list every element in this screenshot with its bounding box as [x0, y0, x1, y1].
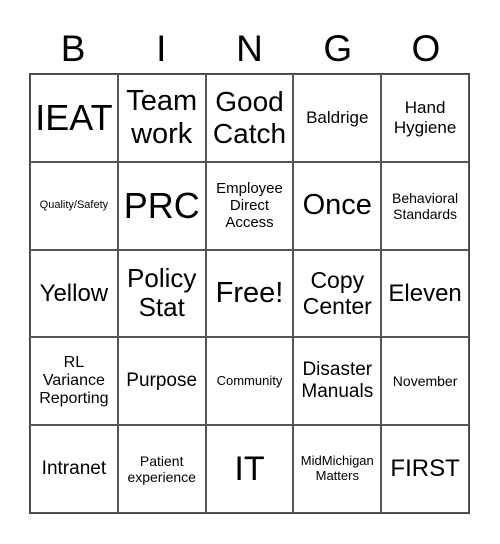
bingo-cell[interactable]: Baldrige [293, 74, 382, 162]
bingo-cell[interactable]: Employee Direct Access [205, 161, 294, 250]
bingo-cell[interactable]: Yellow [30, 249, 118, 338]
bingo-cell[interactable]: PRC [117, 161, 206, 250]
header-letter-b: B [60, 28, 86, 69]
bingo-cell[interactable]: Behavioral Standards [381, 161, 469, 250]
bingo-cell[interactable]: IEAT [30, 74, 118, 162]
header-letter-i: I [156, 28, 167, 69]
bingo-cell[interactable]: Hand Hygiene [381, 74, 469, 162]
bingo-cell[interactable]: Quality/Safety [30, 161, 118, 250]
bingo-cell[interactable]: Community [205, 337, 294, 426]
header-letter-o: O [411, 28, 441, 69]
bingo-cell[interactable]: Purpose [117, 337, 206, 426]
bingo-cell[interactable]: November [381, 337, 469, 426]
bingo-cell[interactable]: Team work [117, 74, 206, 162]
bingo-cell[interactable]: FIRST [381, 425, 469, 513]
bingo-cell[interactable]: Policy Stat [117, 249, 206, 338]
bingo-cell[interactable]: Disaster Manuals [293, 337, 382, 426]
header-letter-g: G [323, 28, 353, 69]
header-letter-n: N [236, 28, 263, 69]
bingo-cell[interactable]: Patient experience [117, 425, 206, 513]
bingo-header: B I N G O [29, 26, 470, 72]
bingo-cell[interactable]: Intranet [30, 425, 118, 513]
bingo-cell[interactable]: MidMichigan Matters [293, 425, 382, 513]
bingo-cell[interactable]: RL Variance Reporting [30, 337, 118, 426]
bingo-cell[interactable]: Once [293, 161, 382, 250]
bingo-cell[interactable]: Good Catch [205, 74, 294, 162]
bingo-cell[interactable]: Eleven [381, 249, 469, 338]
bingo-cell[interactable]: Copy Center [293, 249, 382, 338]
bingo-cell[interactable]: IT [205, 425, 294, 513]
bingo-grid: IEAT Team work Good Catch Baldrige Hand … [29, 73, 470, 514]
bingo-cell-free[interactable]: Free! [205, 249, 294, 338]
